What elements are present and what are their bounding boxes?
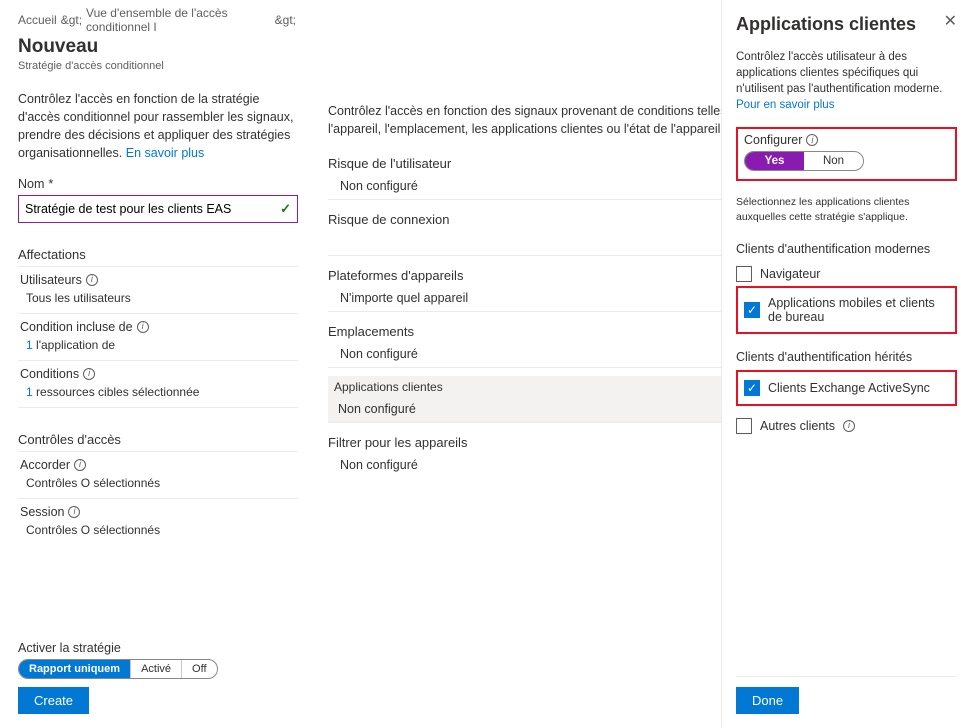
toggle-yes[interactable]: Yes [745,152,804,170]
configure-highlight: Configurer Yes Non [736,127,957,181]
session-value: Contrôles O sélectionnés [20,519,298,543]
info-icon[interactable] [806,134,818,146]
browser-label: Navigateur [760,267,820,281]
info-icon[interactable] [68,506,80,518]
toggle-report-only[interactable]: Rapport uniquem [19,660,131,678]
chevron-right-icon: &gt; [59,13,84,27]
toggle-off[interactable]: Off [182,660,216,678]
panel-description: Contrôlez l'accès utilisateur à des appl… [736,49,957,113]
mobile-desktop-checkbox-row[interactable]: Applications mobiles et clients de burea… [744,292,949,328]
toggle-no[interactable]: Non [804,152,863,170]
conditions-value: 1 ressources cibles sélectionnée [20,381,298,405]
info-icon[interactable] [74,459,86,471]
assignments-header: Affectations [18,241,298,267]
panel-note: Sélectionnez les applications clientes a… [736,195,957,223]
mobile-desktop-label: Applications mobiles et clients de burea… [768,296,949,324]
mobile-desktop-checkbox[interactable] [744,302,760,318]
other-clients-checkbox[interactable] [736,418,752,434]
users-row[interactable]: Utilisateurs Tous les utilisateurs [18,267,298,314]
chevron-right-icon: &gt; [273,13,298,27]
browser-checkbox[interactable] [736,266,752,282]
other-clients-checkbox-row[interactable]: Autres clients [736,414,957,438]
info-icon[interactable] [86,274,98,286]
info-icon[interactable] [843,420,855,432]
page-title: Nouveau [18,36,298,58]
condition-incl-row[interactable]: Condition incluse de 1 l'application de [18,314,298,361]
eas-highlight: Clients Exchange ActiveSync [736,370,957,406]
footer: Activer la stratégie Rapport uniquem Act… [18,641,688,714]
legacy-auth-group: Clients d'authentification hérités [736,350,957,364]
name-label: Nom* [18,177,298,191]
learn-more-link[interactable]: En savoir plus [126,146,205,160]
policy-name-input-wrap[interactable]: ✓ [18,195,298,223]
breadcrumb: Accueil &gt; Vue d'ensemble de l'accès c… [18,6,298,34]
toggle-on[interactable]: Activé [131,660,182,678]
configure-toggle[interactable]: Yes Non [744,151,864,171]
info-icon[interactable] [137,321,149,333]
done-button[interactable]: Done [736,687,799,714]
condition-incl-value: 1 l'application de [20,334,298,358]
modern-auth-group: Clients d'authentification modernes [736,242,957,256]
panel-title: Applications clientes [736,14,916,35]
breadcrumb-home[interactable]: Accueil [18,13,57,27]
users-value: Tous les utilisateurs [20,287,298,311]
enable-policy-toggle[interactable]: Rapport uniquem Activé Off [18,659,218,679]
learn-more-link[interactable]: Pour en savoir plus [736,99,834,111]
valid-check-icon: ✓ [280,201,291,217]
configure-label: Configurer [744,133,949,147]
grant-value: Contrôles O sélectionnés [20,472,298,496]
page-subtitle: Stratégie d'accès conditionnel [18,60,298,72]
mobile-desktop-highlight: Applications mobiles et clients de burea… [736,286,957,334]
eas-checkbox[interactable] [744,380,760,396]
close-icon[interactable]: ✕ [944,14,957,30]
access-controls-header: Contrôles d'accès [18,426,298,452]
info-icon[interactable] [83,368,95,380]
grant-row[interactable]: Accorder Contrôles O sélectionnés [18,452,298,499]
left-intro: Contrôlez l'accès en fonction de la stra… [18,90,298,163]
breadcrumb-overview[interactable]: Vue d'ensemble de l'accès conditionnel I [86,6,271,34]
enable-policy-label: Activer la stratégie [18,641,688,655]
eas-label: Clients Exchange ActiveSync [768,381,930,395]
policy-name-input[interactable] [25,202,280,216]
browser-checkbox-row[interactable]: Navigateur [736,262,957,286]
client-apps-panel: Applications clientes ✕ Contrôlez l'accè… [721,0,971,728]
conditions-row[interactable]: Conditions 1 ressources cibles sélection… [18,361,298,408]
session-row[interactable]: Session Contrôles O sélectionnés [18,499,298,545]
create-button[interactable]: Create [18,687,89,714]
eas-checkbox-row[interactable]: Clients Exchange ActiveSync [744,376,949,400]
other-clients-label: Autres clients [760,419,835,433]
